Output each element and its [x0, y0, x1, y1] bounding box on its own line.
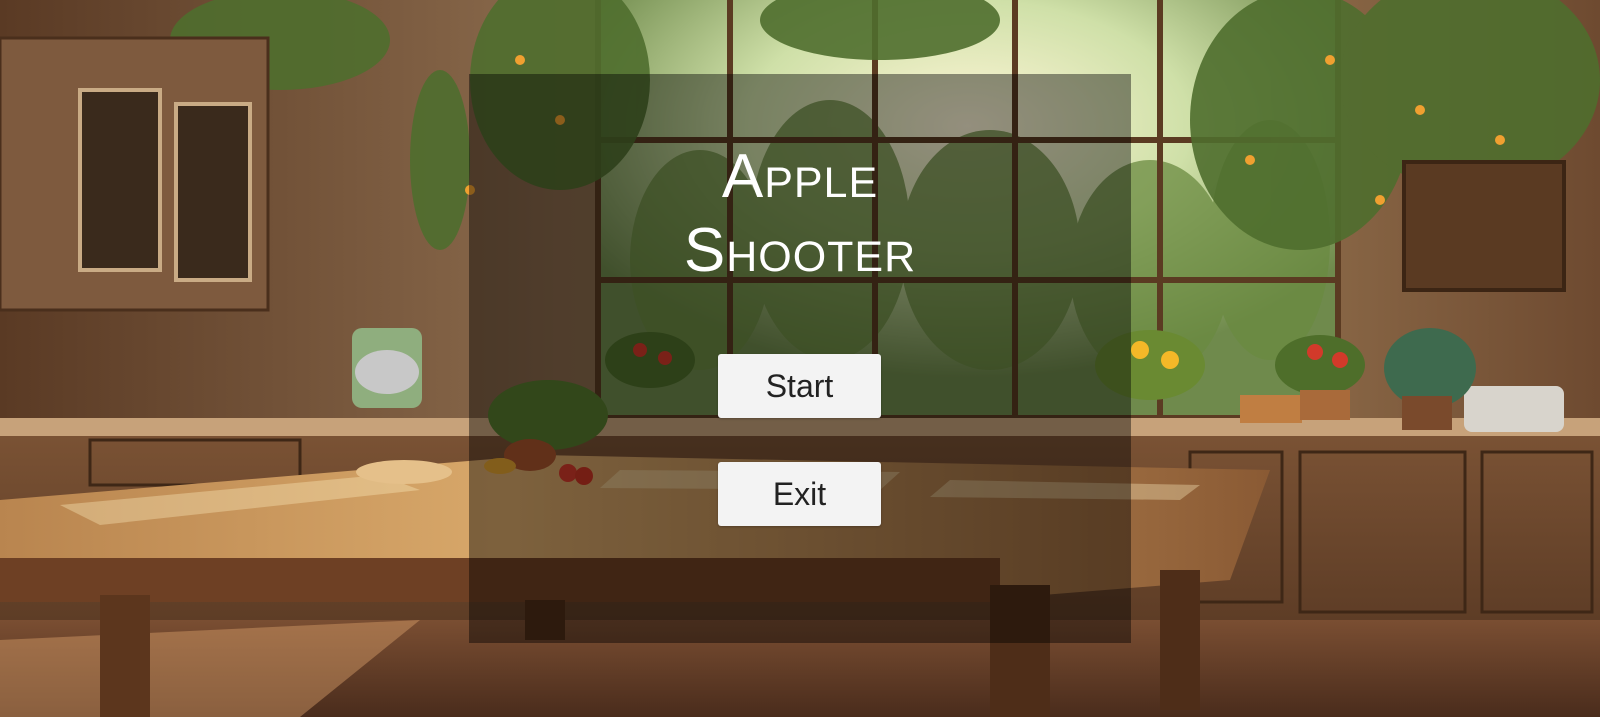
game-screen: Apple Shooter Start Exit [0, 0, 1600, 717]
game-title-line-2: Shooter [683, 216, 917, 285]
main-menu-panel: Apple Shooter Start Exit [469, 74, 1131, 643]
start-button[interactable]: Start [718, 354, 881, 418]
game-title-line-1: Apple [721, 142, 879, 211]
game-title: Apple Shooter [469, 140, 1131, 288]
exit-button[interactable]: Exit [718, 462, 881, 526]
